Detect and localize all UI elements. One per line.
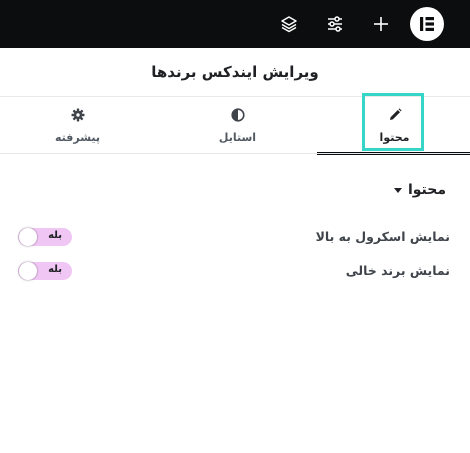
- pencil-icon: [388, 107, 402, 126]
- control-label: نمایش اسکرول به بالا: [315, 229, 450, 244]
- section-title: محتوا: [407, 182, 446, 198]
- tab-style[interactable]: استایل: [160, 96, 315, 154]
- caret-down-icon: [393, 187, 402, 193]
- sliders-icon[interactable]: [323, 12, 347, 36]
- tab-advanced-label: پیشرفته: [54, 130, 101, 144]
- switch-text: بله: [48, 264, 62, 275]
- control-show-empty-brand: نمایش برند خالی بله: [18, 262, 450, 282]
- top-bar: [0, 0, 470, 48]
- layers-icon[interactable]: [277, 12, 301, 36]
- half-circle-icon: [230, 107, 245, 126]
- tab-bar: محتوا استایل پیشرفته: [0, 96, 470, 155]
- switch-knob: [19, 262, 37, 280]
- tab-content-label: محتوا: [379, 130, 410, 144]
- control-label: نمایش برند خالی: [345, 263, 450, 278]
- section-content-header[interactable]: محتوا: [393, 182, 446, 198]
- panel-header: ویرایش ایندکس برندها: [0, 48, 470, 97]
- show-empty-brand-switch[interactable]: بله: [18, 262, 72, 280]
- control-show-scroll-top: نمایش اسکرول به بالا بله: [18, 228, 450, 248]
- tab-style-label: استایل: [218, 130, 257, 144]
- page-title: ویرایش ایندکس برندها: [151, 63, 319, 81]
- plus-icon[interactable]: [369, 12, 393, 36]
- elementor-logo[interactable]: [410, 7, 444, 41]
- show-scroll-top-switch[interactable]: بله: [18, 228, 72, 246]
- tabs-divider: [0, 153, 470, 154]
- tab-advanced[interactable]: پیشرفته: [0, 96, 155, 154]
- switch-text: بله: [48, 230, 62, 241]
- switch-knob: [19, 228, 37, 246]
- tab-content[interactable]: محتوا: [317, 96, 470, 154]
- gear-icon: [71, 107, 85, 126]
